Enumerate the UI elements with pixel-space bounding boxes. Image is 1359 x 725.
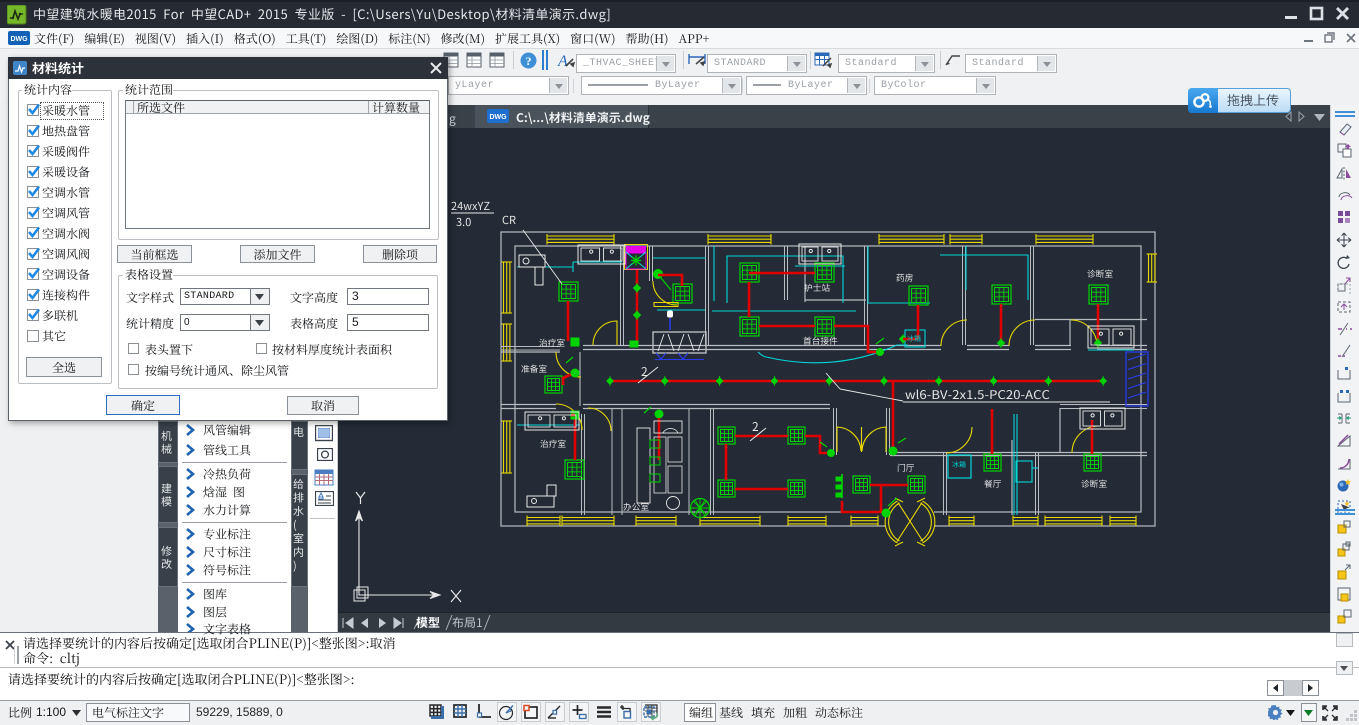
svg-text:A: A: [557, 53, 568, 70]
svg-text:DWG: DWG: [489, 114, 507, 121]
svg-text:?: ?: [526, 54, 532, 68]
svg-text:DWG: DWG: [10, 36, 28, 43]
